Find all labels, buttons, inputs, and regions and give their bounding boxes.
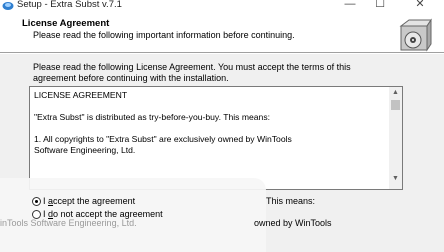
accept-radio-option[interactable]: I accept the agreement [32, 195, 135, 207]
scroll-down-arrow-icon[interactable]: ▼ [389, 173, 402, 185]
decline-radio-option[interactable]: I do not accept the agreement [32, 208, 163, 220]
scroll-thumb[interactable] [391, 100, 400, 110]
instructions-line-1: Please read the following License Agreem… [33, 62, 351, 72]
page-subtitle: Please read the following important info… [33, 30, 295, 40]
license-scrollbar[interactable]: ▲ ▼ [389, 87, 402, 189]
minimize-button[interactable]: — [340, 0, 360, 11]
license-para-1: "Extra Subst" is distributed as try-befo… [34, 112, 271, 122]
license-para-2-line-2: Software Engineering, Ltd. [34, 145, 136, 155]
instructions-line-2: agreement before continuing with the ins… [33, 73, 229, 83]
page-title: License Agreement [22, 18, 110, 29]
scroll-up-arrow-icon[interactable]: ▲ [389, 87, 402, 99]
decline-radio-button[interactable] [32, 209, 41, 219]
license-text-box[interactable]: LICENSE AGREEMENT "Extra Subst" is distr… [29, 86, 403, 190]
close-button[interactable]: ✕ [410, 0, 430, 11]
title-bar: Setup - Extra Subst v.7.1 — ☐ ✕ [0, 0, 444, 12]
background-text-owned: owned by WinTools [254, 218, 332, 228]
setup-icon [2, 2, 14, 10]
instructions: Please read the following License Agreem… [33, 62, 413, 84]
decline-radio-label[interactable]: I do not accept the agreement [43, 209, 163, 219]
accept-radio-button[interactable] [32, 196, 41, 206]
license-para-2-line-1: 1. All copyrights to "Extra Subst" are e… [34, 134, 292, 144]
license-heading: LICENSE AGREEMENT [34, 90, 128, 100]
wizard-header: License Agreement Please read the follow… [0, 12, 444, 52]
license-content: LICENSE AGREEMENT "Extra Subst" is distr… [34, 90, 384, 167]
disk-box-icon [399, 18, 432, 52]
background-text-means: This means: [266, 196, 316, 206]
license-para-2: 1. All copyrights to "Extra Subst" are e… [34, 134, 384, 156]
accept-radio-label[interactable]: I accept the agreement [43, 196, 135, 206]
maximize-button[interactable]: ☐ [370, 0, 390, 11]
window-title: Setup - Extra Subst v.7.1 [17, 0, 122, 10]
